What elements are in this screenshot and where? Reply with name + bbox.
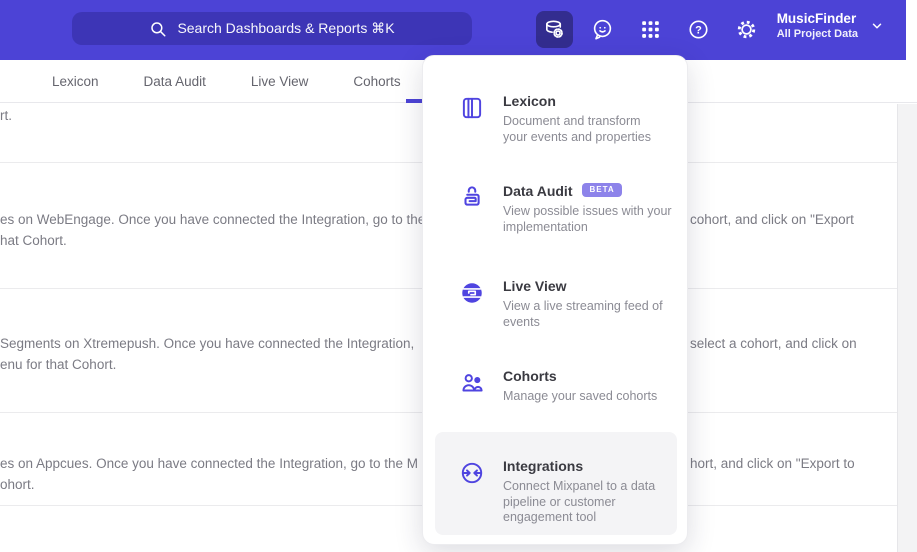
page-right-gutter <box>897 104 917 552</box>
cohorts-people-icon <box>462 374 483 392</box>
bg-text-line: rt. <box>0 108 12 123</box>
help-icon: ? <box>689 20 708 39</box>
live-view-globe-icon <box>462 283 482 303</box>
project-subtitle: All Project Data <box>776 28 858 40</box>
menu-item-title: Cohorts <box>503 368 557 384</box>
menu-item-title: Lexicon <box>503 93 556 109</box>
menu-item-cohorts[interactable]: Cohorts Manage your saved cohorts <box>423 367 689 405</box>
feedback-button[interactable] <box>584 11 621 48</box>
chevron-down-icon <box>872 22 882 29</box>
project-selector-text: MusicFinder All Project Data <box>777 10 858 41</box>
apps-grid-button[interactable] <box>632 11 669 48</box>
tab-lexicon[interactable]: Lexicon <box>52 74 99 89</box>
menu-item-integrations[interactable]: Integrations Connect Mixpanel to a data … <box>423 457 689 526</box>
app-window: rt. es on WebEngage. Once you have conne… <box>0 0 917 552</box>
project-selector[interactable]: MusicFinder All Project Data <box>777 10 884 41</box>
apps-grid-icon <box>642 21 659 38</box>
data-audit-lock-icon <box>464 186 480 206</box>
menu-item-title: Integrations <box>503 458 584 474</box>
integrations-sync-icon <box>461 462 483 484</box>
bg-text-line: hat Cohort. <box>0 233 67 248</box>
bg-text-line: cohort, and click on "Export <box>690 212 854 227</box>
menu-item-description: View possible issues with your implement… <box>503 204 672 234</box>
feedback-smiley-icon <box>593 19 612 40</box>
header-icon-group: ? <box>536 11 765 48</box>
project-name: MusicFinder <box>776 11 857 26</box>
search-icon <box>151 21 166 36</box>
menu-item-title: Live View <box>503 278 567 294</box>
svg-text:?: ? <box>695 24 702 36</box>
lexicon-book-icon <box>462 97 482 119</box>
menu-item-description: Document and transform your events and p… <box>503 114 652 144</box>
top-header-bar: Search Dashboards & Reports ⌘K ? MusicFi… <box>0 0 906 60</box>
beta-badge: BETA <box>582 183 622 197</box>
help-button[interactable]: ? <box>680 11 717 48</box>
search-placeholder: Search Dashboards & Reports ⌘K <box>177 20 395 36</box>
global-search-input[interactable]: Search Dashboards & Reports ⌘K <box>72 12 472 45</box>
bg-text-line: es on Appcues. Once you have connected t… <box>0 456 419 471</box>
data-management-dropdown: Lexicon Document and transform your even… <box>422 55 688 545</box>
bg-text-line: ohort. <box>0 477 35 492</box>
data-management-button[interactable] <box>536 11 573 48</box>
database-gear-icon <box>546 20 563 38</box>
menu-item-data-audit[interactable]: Data Audit BETA View possible issues wit… <box>423 182 689 235</box>
menu-item-description: View a live streaming feed of events <box>503 299 663 329</box>
settings-button[interactable] <box>728 11 765 48</box>
tab-live-view[interactable]: Live View <box>251 74 309 89</box>
bg-text-line: es on WebEngage. Once you have connected… <box>0 212 426 227</box>
menu-item-title: Data Audit <box>503 183 573 199</box>
menu-item-description: Connect Mixpanel to a data pipeline or c… <box>503 479 656 524</box>
bg-text-line: hort, and click on "Export to <box>690 456 855 471</box>
bg-text-line: Segments on Xtremepush. Once you have co… <box>0 336 415 351</box>
gear-icon <box>737 20 756 39</box>
bg-text-line: enu for that Cohort. <box>0 357 117 372</box>
bg-text-line: select a cohort, and click on <box>690 336 857 351</box>
menu-item-lexicon[interactable]: Lexicon Document and transform your even… <box>423 92 689 145</box>
menu-item-description: Manage your saved cohorts <box>503 389 658 403</box>
menu-item-live-view[interactable]: Live View View a live streaming feed of … <box>423 277 689 330</box>
tab-cohorts[interactable]: Cohorts <box>353 74 400 89</box>
tab-data-audit[interactable]: Data Audit <box>144 74 206 89</box>
